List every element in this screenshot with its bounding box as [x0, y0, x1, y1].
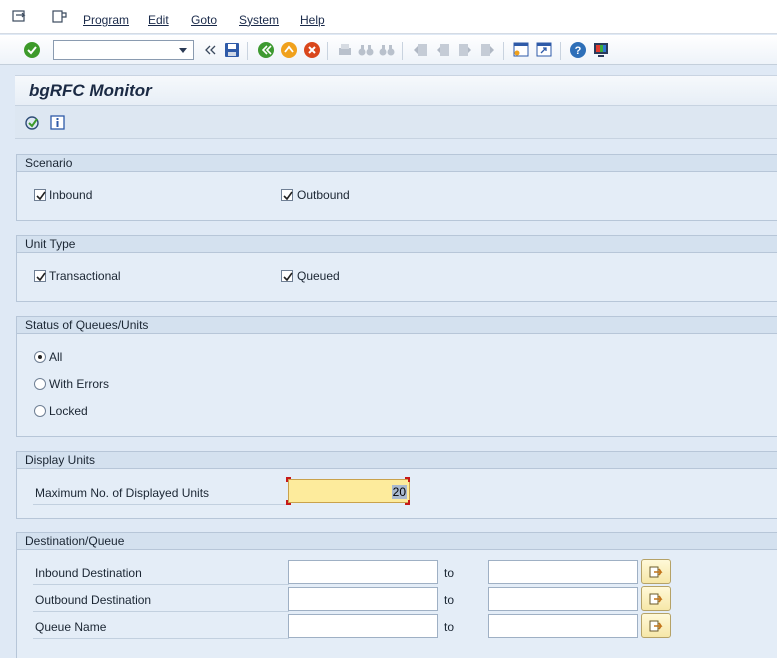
exit-icon[interactable]: [280, 41, 298, 59]
outbound-destination-from[interactable]: [288, 587, 438, 611]
display-units-header: Display Units: [17, 452, 777, 469]
queued-checkbox[interactable]: [281, 270, 293, 282]
max-units-label: Maximum No. of Displayed Units: [35, 486, 210, 500]
scenario-group: Scenario Inbound Outbound: [16, 154, 777, 221]
help-icon[interactable]: ?: [569, 41, 587, 59]
max-units-field[interactable]: 20: [288, 479, 410, 503]
toolbar-separator: [503, 42, 504, 60]
display-units-group: Display Units Maximum No. of Displayed U…: [16, 451, 777, 519]
row-divider: [33, 504, 289, 505]
shortcut-icon[interactable]: [535, 41, 553, 59]
queued-label: Queued: [297, 269, 340, 283]
toolbar-separator: [402, 42, 403, 60]
focus-corner: [286, 500, 291, 505]
command-input[interactable]: [54, 41, 172, 59]
multiple-selection-arrow-icon: [649, 620, 663, 632]
page-title: bgRFC Monitor: [29, 81, 152, 100]
print-icon: [336, 41, 354, 59]
menu-edit[interactable]: Edit: [148, 13, 169, 27]
outbound-destination-label: Outbound Destination: [35, 593, 152, 607]
queue-name-to-input[interactable]: [489, 615, 637, 637]
inbound-checkbox[interactable]: [34, 189, 46, 201]
menu-help[interactable]: Help: [300, 13, 325, 27]
status-all-label: All: [49, 350, 63, 364]
outbound-label: Outbound: [297, 188, 350, 202]
inbound-label: Inbound: [49, 188, 93, 202]
transactional-label: Transactional: [49, 269, 121, 283]
unit-type-header: Unit Type: [17, 236, 777, 253]
to-label: to: [444, 593, 455, 607]
inbound-destination-to[interactable]: [488, 560, 638, 584]
focus-corner: [405, 500, 410, 505]
focus-corner: [405, 477, 410, 482]
outbound-checkbox[interactable]: [281, 189, 293, 201]
multiple-selection-arrow-icon: [649, 566, 663, 578]
execute-icon[interactable]: [24, 114, 42, 132]
inbound-destination-label: Inbound Destination: [35, 566, 142, 580]
multiple-selection-arrow-icon: [649, 593, 663, 605]
destination-group: Destination/Queue Inbound Destination to…: [16, 532, 777, 658]
status-all-radio[interactable]: [34, 351, 46, 363]
customize-layout-icon[interactable]: [592, 41, 610, 59]
menu-bar: Program Edit Goto System Help: [0, 0, 777, 34]
status-locked-label: Locked: [49, 404, 88, 418]
previous-page-icon: [434, 41, 452, 59]
toolbar-separator: [247, 42, 248, 60]
back-icon[interactable]: [257, 41, 275, 59]
first-page-icon: [412, 41, 430, 59]
to-label: to: [444, 620, 455, 634]
menu-program[interactable]: Program: [83, 13, 129, 27]
find-icon: [357, 41, 375, 59]
command-field[interactable]: [53, 40, 194, 60]
cancel-icon[interactable]: [303, 41, 321, 59]
next-page-icon: [456, 41, 474, 59]
queue-name-to[interactable]: [488, 614, 638, 638]
outbound-destination-to[interactable]: [488, 587, 638, 611]
queue-multiple-selection-button[interactable]: [641, 613, 671, 638]
inbound-multiple-selection-button[interactable]: [641, 559, 671, 584]
status-with-errors-label: With Errors: [49, 377, 109, 391]
application-toolbar: [15, 105, 777, 139]
create-session-icon[interactable]: [512, 41, 530, 59]
focus-corner: [286, 477, 291, 482]
command-dropdown-icon[interactable]: [176, 42, 190, 58]
toolbar-separator: [560, 42, 561, 60]
queue-name-from[interactable]: [288, 614, 438, 638]
find-next-icon: [378, 41, 396, 59]
row-divider: [33, 611, 289, 612]
status-with-errors-radio[interactable]: [34, 378, 46, 390]
max-units-value[interactable]: 20: [391, 485, 407, 499]
menu-goto[interactable]: Goto: [191, 13, 217, 27]
svg-text:?: ?: [575, 45, 582, 57]
inbound-destination-from[interactable]: [288, 560, 438, 584]
collapse-icon[interactable]: [202, 41, 220, 59]
row-divider: [33, 584, 289, 585]
status-header: Status of Queues/Units: [17, 317, 777, 334]
save-icon[interactable]: [223, 41, 241, 59]
toolbar-separator: [327, 42, 328, 60]
status-locked-radio[interactable]: [34, 405, 46, 417]
to-label: to: [444, 566, 455, 580]
info-icon[interactable]: [49, 114, 67, 132]
scenario-header: Scenario: [17, 155, 777, 172]
queue-name-from-input[interactable]: [289, 615, 437, 637]
menu-system[interactable]: System: [239, 13, 279, 27]
outbound-destination-from-input[interactable]: [289, 588, 437, 610]
enter-check-icon[interactable]: [23, 41, 41, 59]
last-page-icon: [478, 41, 496, 59]
standard-toolbar: ?: [0, 35, 777, 65]
layout-menu-icon[interactable]: [52, 10, 68, 24]
queue-name-label: Queue Name: [35, 620, 107, 634]
system-menu-icon[interactable]: [12, 10, 28, 24]
outbound-multiple-selection-button[interactable]: [641, 586, 671, 611]
inbound-destination-to-input[interactable]: [489, 561, 637, 583]
row-divider: [33, 638, 289, 639]
unit-type-group: Unit Type Transactional Queued: [16, 235, 777, 302]
inbound-destination-from-input[interactable]: [289, 561, 437, 583]
title-bar: bgRFC Monitor: [15, 75, 777, 105]
outbound-destination-to-input[interactable]: [489, 588, 637, 610]
transactional-checkbox[interactable]: [34, 270, 46, 282]
status-group: Status of Queues/Units All With Errors L…: [16, 316, 777, 437]
destination-header: Destination/Queue: [17, 533, 777, 550]
